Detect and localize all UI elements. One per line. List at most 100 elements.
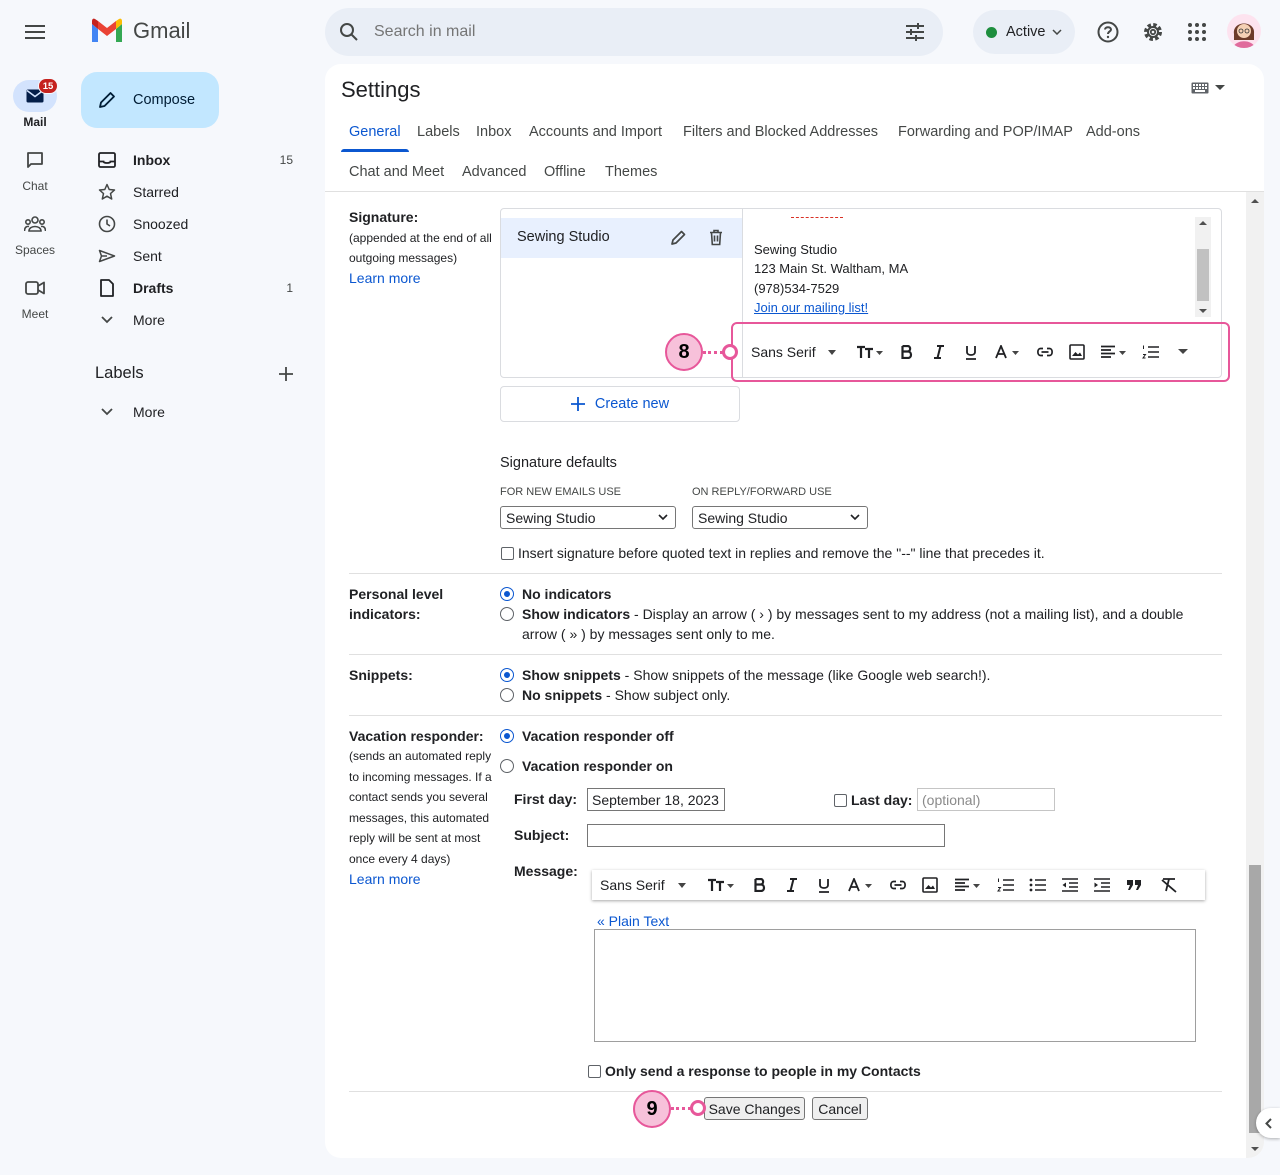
message-text-color-button[interactable] <box>840 871 882 899</box>
support-button[interactable] <box>1088 12 1128 52</box>
underline-button[interactable] <box>955 338 987 366</box>
status-button[interactable]: Active <box>973 10 1075 54</box>
tab-offline[interactable]: Offline <box>544 164 586 180</box>
font-size-button[interactable] <box>849 338 891 366</box>
no-indicators-option[interactable]: No indicators <box>500 586 611 602</box>
nav-sent[interactable]: Sent <box>81 240 313 272</box>
tab-themes[interactable]: Themes <box>605 164 657 180</box>
tab-advanced[interactable]: Advanced <box>462 164 527 180</box>
nav-drafts[interactable]: Drafts 1 <box>81 272 313 304</box>
tab-general[interactable]: General <box>349 124 401 140</box>
compose-button[interactable]: Compose <box>81 72 219 128</box>
rail-mail[interactable]: 15 Mail <box>0 78 70 129</box>
insert-before-option[interactable]: Insert signature before quoted text in r… <box>501 545 1045 561</box>
message-body-textarea[interactable] <box>594 929 1196 1042</box>
reply-forward-select[interactable]: Sewing Studio <box>692 506 868 529</box>
nav-more[interactable]: More <box>81 304 313 336</box>
message-align-button[interactable] <box>946 871 990 899</box>
search-bar[interactable]: Search in mail <box>325 8 943 56</box>
message-italic-button[interactable] <box>776 871 808 899</box>
italic-button[interactable] <box>923 338 955 366</box>
create-label-button[interactable] <box>266 354 306 394</box>
vacation-on-radio[interactable] <box>500 759 514 773</box>
show-indicators-radio[interactable] <box>500 607 514 621</box>
last-day-checkbox[interactable] <box>834 793 847 807</box>
message-underline-button[interactable] <box>808 871 840 899</box>
tab-chat-meet[interactable]: Chat and Meet <box>349 164 444 180</box>
align-button[interactable] <box>1093 338 1135 366</box>
cancel-button[interactable]: Cancel <box>812 1097 868 1120</box>
contacts-only-checkbox[interactable] <box>588 1064 601 1078</box>
message-quote-button[interactable] <box>1118 871 1150 899</box>
contacts-only-option[interactable]: Only send a response to people in my Con… <box>588 1063 921 1079</box>
insert-before-checkbox[interactable] <box>501 546 514 560</box>
signature-list-item[interactable]: Sewing Studio <box>501 218 742 258</box>
nav-starred[interactable]: Starred <box>81 176 313 208</box>
more-formatting-button[interactable] <box>1167 338 1199 366</box>
input-tools-button[interactable] <box>1191 82 1225 94</box>
last-day-option[interactable]: Last day: <box>834 792 912 808</box>
account-avatar[interactable] <box>1227 14 1261 48</box>
message-font-size-button[interactable] <box>698 871 744 899</box>
settings-button[interactable] <box>1133 12 1173 52</box>
scroll-up-icon[interactable] <box>1246 194 1264 208</box>
gmail-logo[interactable]: Gmail <box>90 18 190 44</box>
page-scrollbar[interactable] <box>1246 192 1264 1158</box>
bold-button[interactable] <box>891 338 923 366</box>
message-indent-less-button[interactable] <box>1054 871 1086 899</box>
rail-meet[interactable]: Meet <box>0 272 70 321</box>
signature-scrollbar-thumb[interactable] <box>1197 249 1209 301</box>
tab-filters[interactable]: Filters and Blocked Addresses <box>683 124 878 140</box>
show-snippets-option[interactable]: Show snippets - Show snippets of the mes… <box>500 667 990 683</box>
no-snippets-option[interactable]: No snippets - Show subject only. <box>500 687 730 703</box>
search-icon[interactable] <box>339 22 359 42</box>
last-day-input[interactable]: (optional) <box>917 788 1055 811</box>
search-options-icon[interactable] <box>905 23 925 41</box>
message-bulleted-list-button[interactable] <box>1022 871 1054 899</box>
trash-icon[interactable] <box>709 229 723 246</box>
edit-pencil-icon[interactable] <box>670 229 687 246</box>
tab-accounts[interactable]: Accounts and Import <box>529 124 662 140</box>
no-snippets-radio[interactable] <box>500 688 514 702</box>
plain-text-link[interactable]: « Plain Text <box>597 913 669 929</box>
tab-forwarding[interactable]: Forwarding and POP/IMAP <box>898 124 1073 140</box>
font-family-select[interactable]: Sans Serif <box>741 338 849 366</box>
nav-inbox[interactable]: Inbox 15 <box>81 144 313 176</box>
text-color-button[interactable] <box>987 338 1029 366</box>
scrollbar-thumb[interactable] <box>1249 865 1261 1133</box>
nav-snoozed[interactable]: Snoozed <box>81 208 313 240</box>
rail-spaces[interactable]: Spaces <box>0 208 70 257</box>
rail-chat[interactable]: Chat <box>0 144 70 193</box>
message-bold-button[interactable] <box>744 871 776 899</box>
signature-learn-more[interactable]: Learn more <box>349 270 421 286</box>
subject-input[interactable] <box>587 824 945 847</box>
show-indicators-option[interactable]: Show indicators - Display an arrow ( › )… <box>500 606 1183 622</box>
message-numbered-list-button[interactable] <box>990 871 1022 899</box>
save-changes-button[interactable]: Save Changes <box>704 1097 805 1120</box>
create-new-signature-button[interactable]: Create new <box>500 386 740 422</box>
signature-scrollbar[interactable] <box>1195 217 1211 317</box>
vacation-on-option[interactable]: Vacation responder on <box>500 758 673 774</box>
message-font-select[interactable]: Sans Serif <box>592 871 698 899</box>
message-clear-format-button[interactable] <box>1150 871 1188 899</box>
vacation-off-radio[interactable] <box>500 729 514 743</box>
search-input[interactable]: Search in mail <box>374 23 475 41</box>
message-link-button[interactable] <box>882 871 914 899</box>
scroll-down-icon[interactable] <box>1195 305 1211 317</box>
no-indicators-radio[interactable] <box>500 587 514 601</box>
side-panel-toggle[interactable] <box>1256 1108 1280 1138</box>
labels-more[interactable]: More <box>81 396 313 428</box>
apps-button[interactable] <box>1177 12 1217 52</box>
signature-mailing-link[interactable]: Join our mailing list! <box>754 300 868 315</box>
message-indent-more-button[interactable] <box>1086 871 1118 899</box>
insert-link-button[interactable] <box>1029 338 1061 366</box>
new-emails-select[interactable]: Sewing Studio <box>500 506 676 529</box>
vacation-learn-more[interactable]: Learn more <box>349 871 421 887</box>
scroll-up-icon[interactable] <box>1195 217 1211 229</box>
first-day-input[interactable]: September 18, 2023 <box>587 788 725 811</box>
numbered-list-button[interactable] <box>1135 338 1167 366</box>
main-menu-button[interactable] <box>15 12 55 52</box>
insert-image-button[interactable] <box>1061 338 1093 366</box>
tab-labels[interactable]: Labels <box>417 124 460 140</box>
tab-addons[interactable]: Add-ons <box>1086 124 1140 140</box>
